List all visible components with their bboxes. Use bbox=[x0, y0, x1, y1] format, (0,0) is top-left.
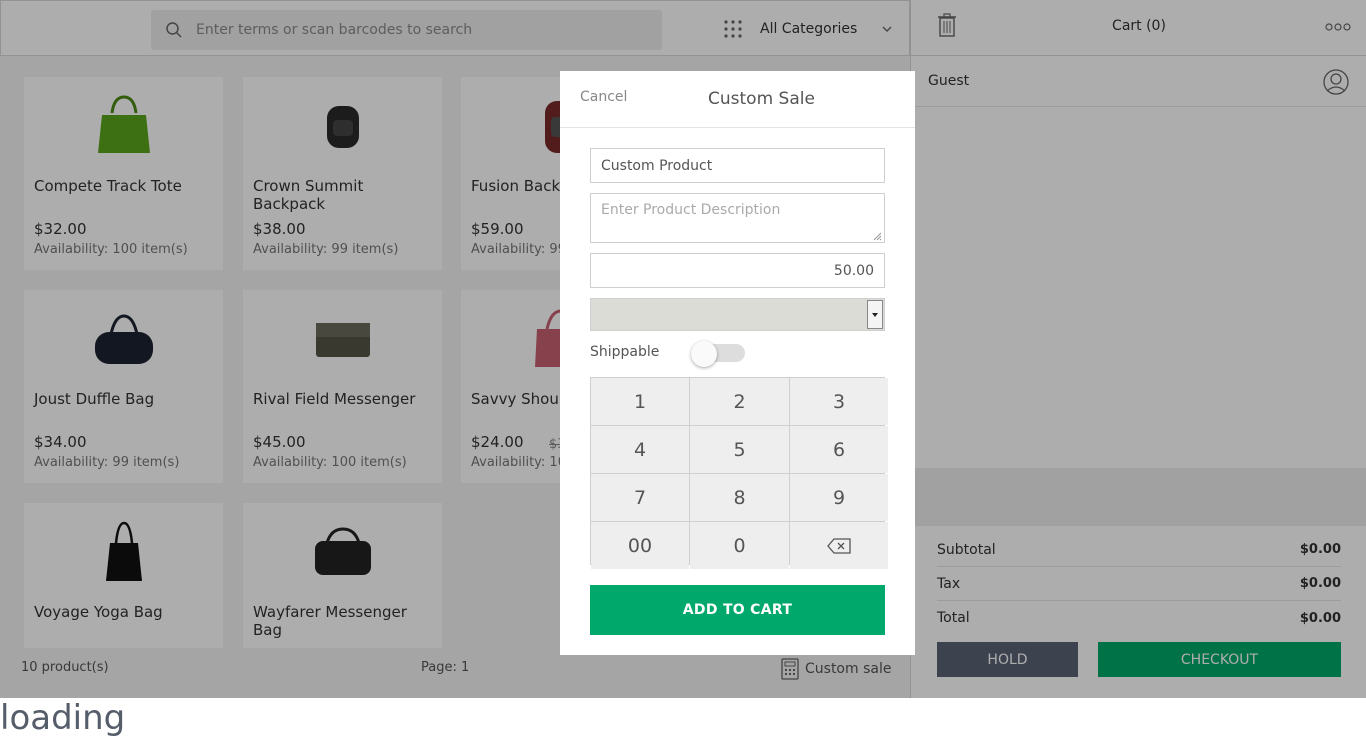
loading-text: loading bbox=[0, 698, 126, 738]
modal-title: Custom Sale bbox=[708, 89, 815, 109]
shippable-label: Shippable bbox=[590, 344, 660, 360]
key-5[interactable]: 5 bbox=[690, 426, 789, 473]
key-00[interactable]: 00 bbox=[591, 522, 689, 569]
key-1[interactable]: 1 bbox=[591, 378, 689, 425]
resize-grip-icon[interactable] bbox=[872, 231, 882, 241]
key-7[interactable]: 7 bbox=[591, 474, 689, 521]
backspace-button[interactable] bbox=[790, 522, 888, 569]
backspace-icon bbox=[827, 537, 851, 554]
key-6[interactable]: 6 bbox=[790, 426, 888, 473]
numeric-keypad: 1 2 3 4 5 6 7 8 9 00 0 bbox=[590, 377, 888, 569]
tax-class-select[interactable] bbox=[590, 298, 885, 331]
key-3[interactable]: 3 bbox=[790, 378, 888, 425]
key-0[interactable]: 0 bbox=[690, 522, 789, 569]
toggle-knob bbox=[691, 341, 717, 367]
add-to-cart-button[interactable]: ADD TO CART bbox=[590, 585, 885, 635]
key-4[interactable]: 4 bbox=[591, 426, 689, 473]
price-input[interactable] bbox=[590, 253, 885, 288]
select-arrow-icon[interactable] bbox=[867, 300, 883, 329]
product-name-input[interactable] bbox=[590, 148, 885, 183]
key-8[interactable]: 8 bbox=[690, 474, 789, 521]
pos-app: All Categories Compete Track Tote $32.00… bbox=[0, 0, 1366, 698]
product-description-input[interactable] bbox=[590, 193, 885, 243]
cancel-button[interactable]: Cancel bbox=[580, 89, 627, 105]
custom-sale-modal: Cancel Custom Sale Shippable 1 2 3 4 5 6 bbox=[560, 71, 915, 655]
modal-header: Cancel Custom Sale bbox=[560, 71, 915, 128]
key-9[interactable]: 9 bbox=[790, 474, 888, 521]
key-2[interactable]: 2 bbox=[690, 378, 789, 425]
shippable-toggle[interactable] bbox=[691, 341, 745, 367]
